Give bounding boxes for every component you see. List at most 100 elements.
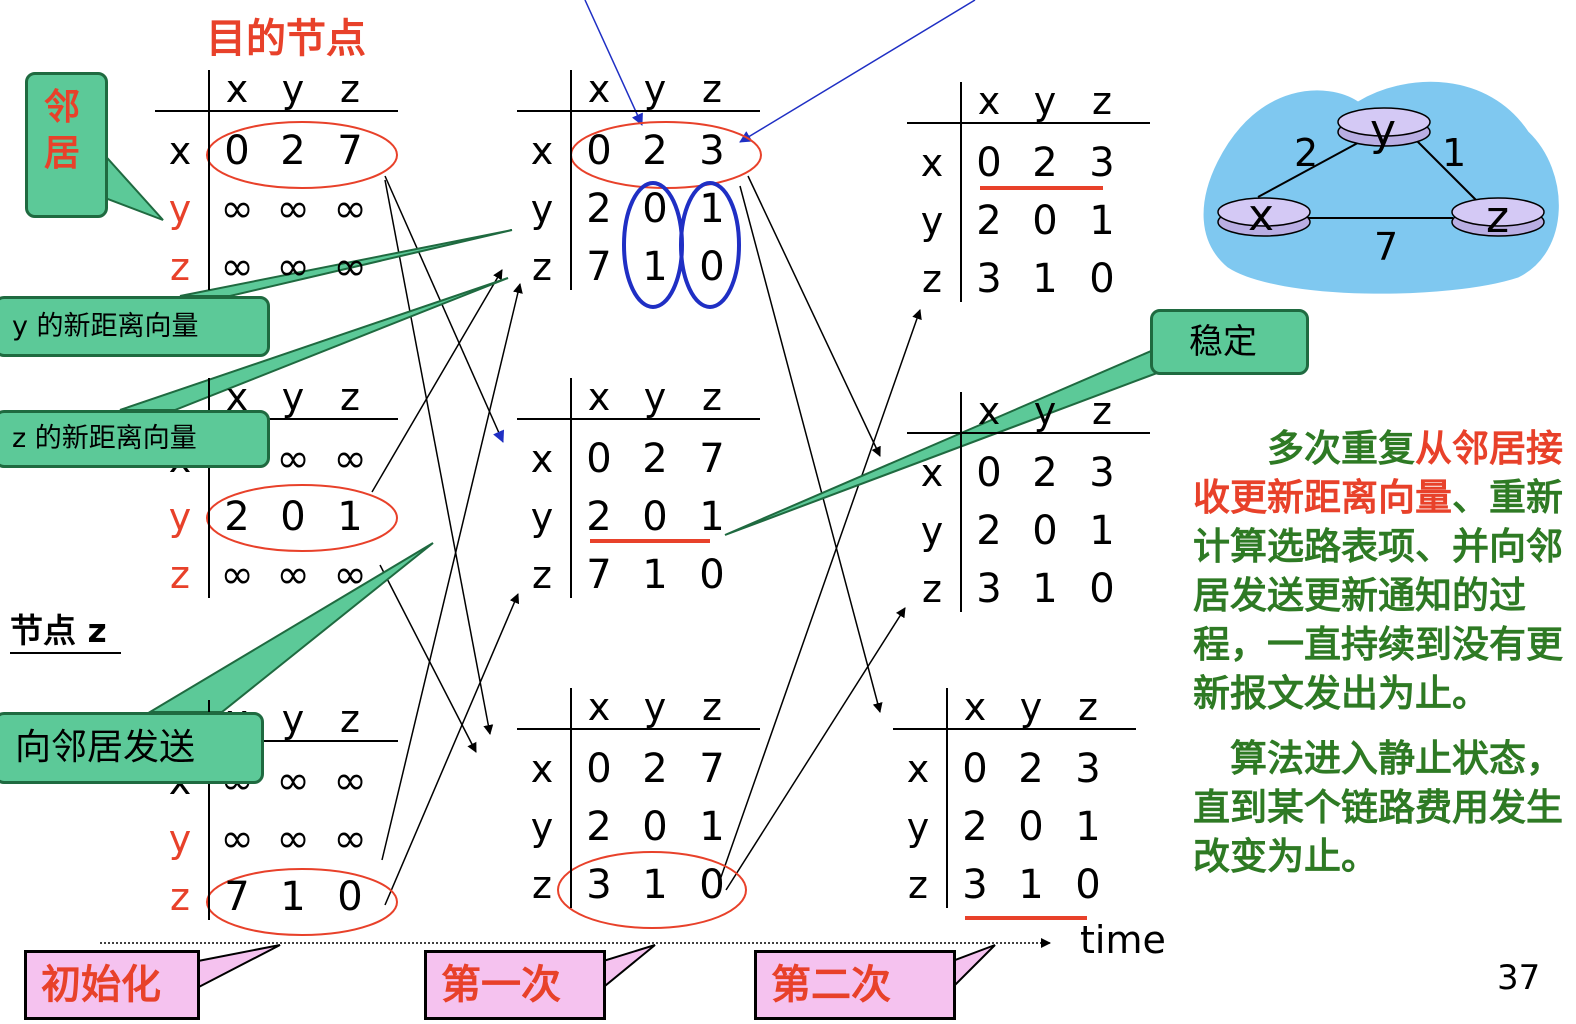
column-header: x [977, 79, 1001, 123]
table-cell: 0 [976, 450, 1002, 496]
table-cell: ∞ [333, 186, 367, 232]
table-divider [570, 70, 572, 290]
table-cell: 0 [1032, 508, 1058, 554]
routing-table-t2y: xyzx023y201z310 [907, 389, 1167, 627]
table-cell: 0 [642, 804, 668, 850]
row-label: y [906, 805, 930, 849]
column-header: z [1092, 389, 1112, 433]
table-cell: 2 [642, 128, 668, 174]
table-cell: 7 [337, 128, 363, 174]
table-cell: ∞ [220, 244, 254, 290]
row-label: z [908, 863, 928, 907]
column-header: y [281, 697, 305, 741]
row-label: y [168, 817, 192, 861]
table-cell: 1 [699, 494, 725, 540]
table-cell: 0 [586, 436, 612, 482]
table-cell: ∞ [276, 758, 310, 804]
table-cell: 2 [642, 746, 668, 792]
y-new-vector-text: y 的新距离向量 [12, 311, 199, 342]
row-label: y [530, 187, 554, 231]
row-label: x [530, 437, 554, 481]
column-header: x [977, 389, 1001, 433]
table-cell: 0 [699, 552, 725, 598]
z-new-vector-callout: z 的新距离向量 [0, 410, 270, 468]
row-label: x [906, 747, 930, 791]
column-header: y [643, 375, 667, 419]
routing-table-t1y: xyzx027y201z710 [517, 375, 777, 613]
row-label: z [170, 875, 190, 919]
table-cell: 7 [586, 244, 612, 290]
table-cell: 0 [1075, 862, 1101, 908]
table-cell: 0 [1018, 804, 1044, 850]
stage-tail [192, 944, 281, 992]
column-header: y [281, 375, 305, 419]
row-label: z [922, 567, 942, 611]
table-cell: 1 [1089, 508, 1115, 554]
row-label: x [530, 129, 554, 173]
table-cell: 1 [699, 804, 725, 850]
column-header: x [963, 685, 987, 729]
table-cell: 7 [699, 436, 725, 482]
table-divider [946, 688, 948, 908]
table-cell: 3 [976, 256, 1002, 302]
table-cell: ∞ [333, 552, 367, 598]
table-cell: 1 [1089, 198, 1115, 244]
table-cell: 3 [699, 128, 725, 174]
row-label: y [920, 199, 944, 243]
stable-callout-text: 稳定 [1189, 322, 1257, 362]
row-label: z [170, 553, 190, 597]
stable-callout: 稳定 [1150, 309, 1309, 375]
table-cell: 0 [699, 862, 725, 908]
column-header: x [587, 375, 611, 419]
column-header: z [702, 685, 722, 729]
time-label: time [1080, 918, 1166, 962]
table-divider [960, 82, 962, 302]
edge-cost-y-z: 1 [1442, 131, 1466, 175]
row-label: x [530, 747, 554, 791]
routing-table-t2z: xyzx023y201z310 [893, 685, 1153, 923]
column-header: z [340, 375, 360, 419]
row-label: y [168, 187, 192, 231]
network-graph: y x z 2 1 7 [1203, 81, 1559, 294]
column-header: z [1092, 79, 1112, 123]
table-cell: 2 [976, 508, 1002, 554]
table-cell: 2 [1032, 450, 1058, 496]
table-cell: ∞ [276, 244, 310, 290]
row-label: z [532, 863, 552, 907]
table-cell: 2 [976, 198, 1002, 244]
table-cell: 3 [1089, 140, 1115, 186]
table-cell: 0 [337, 874, 363, 920]
column-header: z [340, 67, 360, 111]
table-cell: ∞ [333, 436, 367, 482]
table-cell: ∞ [220, 816, 254, 862]
y-new-vector-callout: y 的新距离向量 [0, 296, 270, 357]
table-cell: ∞ [333, 758, 367, 804]
column-header: y [643, 685, 667, 729]
row-label: x [920, 451, 944, 495]
row-label: x [168, 129, 192, 173]
routing-table-t1x: xyzx023y201z710 [517, 67, 777, 305]
column-header: y [643, 67, 667, 111]
node-label-z: z [1486, 192, 1509, 243]
page-number: 37 [1497, 958, 1541, 998]
node-label-y: y [1370, 105, 1396, 156]
row-label: x [920, 141, 944, 185]
table-divider [570, 688, 572, 908]
stage-second-box: 第二次 [754, 950, 956, 1020]
table-cell: 7 [699, 746, 725, 792]
table-cell: 2 [1032, 140, 1058, 186]
table-cell: ∞ [276, 816, 310, 862]
row-label: z [532, 245, 552, 289]
column-header: x [587, 685, 611, 729]
row-label: y [530, 495, 554, 539]
neighbor-callout: 邻 居 [25, 72, 108, 218]
table-cell: 2 [586, 186, 612, 232]
routing-table-t1z: xyzx027y201z310 [517, 685, 777, 923]
table-cell: 0 [962, 746, 988, 792]
column-header: x [225, 67, 249, 111]
column-header: y [1033, 389, 1057, 433]
row-label: y [920, 509, 944, 553]
column-header: z [340, 697, 360, 741]
edge-cost-x-y: 2 [1294, 131, 1318, 175]
column-header: y [1033, 79, 1057, 123]
